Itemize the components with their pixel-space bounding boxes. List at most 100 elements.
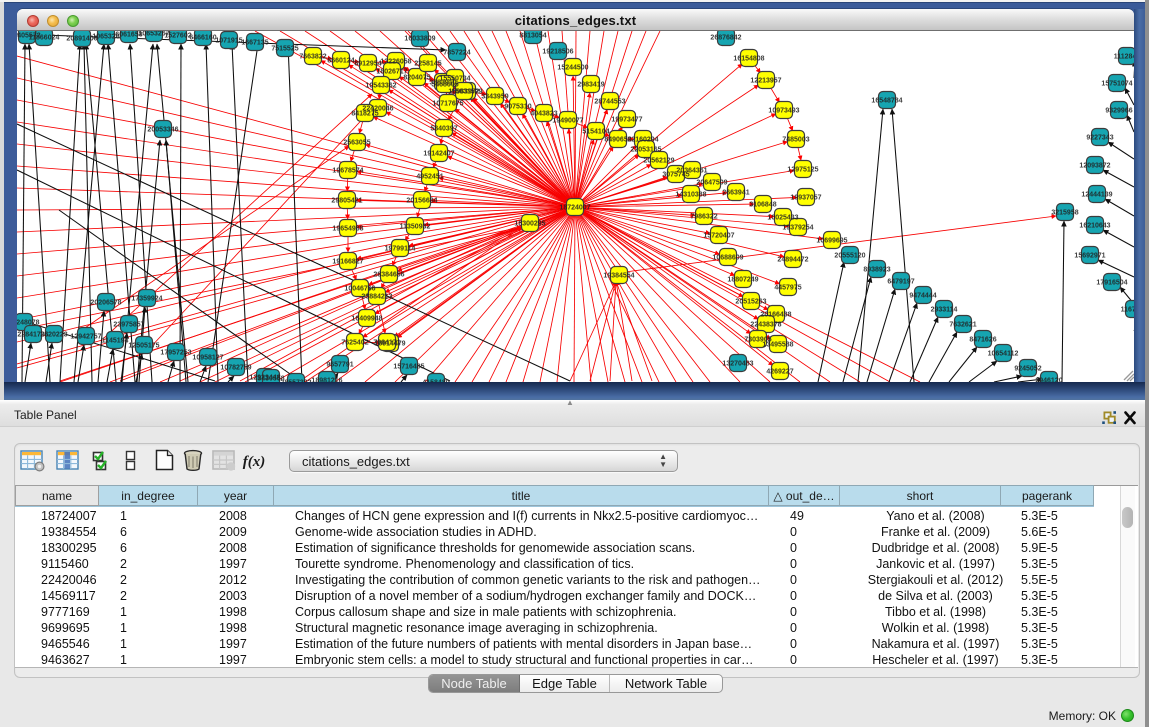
svg-text:23884213: 23884213 (361, 294, 392, 301)
svg-text:9474444: 9474444 (909, 293, 936, 300)
svg-text:12213957: 12213957 (750, 78, 781, 85)
svg-text:20156684: 20156684 (406, 198, 437, 205)
svg-text:20166438: 20166438 (760, 312, 791, 319)
svg-text:13226058: 13226058 (380, 59, 411, 66)
svg-text:10717675: 10717675 (432, 101, 463, 108)
svg-text:1112849: 1112849 (1114, 54, 1134, 61)
svg-text:4269227: 4269227 (766, 369, 793, 376)
svg-text:28744553: 28744553 (594, 99, 625, 106)
svg-text:3343959: 3343959 (481, 94, 508, 101)
svg-text:4043823: 4043823 (530, 111, 557, 118)
svg-text:23975857: 23975857 (113, 322, 144, 329)
svg-text:7632621: 7632621 (949, 322, 976, 329)
svg-text:8938923: 8938923 (863, 267, 890, 274)
svg-text:10025433: 10025433 (767, 215, 798, 222)
svg-text:12505175: 12505175 (128, 343, 159, 350)
svg-text:10543362: 10543362 (365, 83, 396, 90)
svg-text:16548784: 16548784 (871, 98, 902, 105)
svg-text:17957253: 17957253 (160, 350, 191, 357)
svg-text:5468605: 5468605 (431, 82, 458, 89)
svg-text:9227343: 9227343 (1086, 135, 1113, 142)
svg-text:15751074: 15751074 (1101, 81, 1132, 88)
svg-text:10654112: 10654112 (988, 351, 1019, 358)
svg-text:16210643: 16210643 (1079, 223, 1110, 230)
svg-text:10958127: 10958127 (192, 355, 223, 362)
svg-text:2933114: 2933114 (931, 307, 958, 314)
svg-text:19654988: 19654988 (332, 226, 363, 233)
svg-text:5154104: 5154104 (582, 129, 609, 136)
svg-text:1071915: 1071915 (215, 38, 242, 45)
svg-text:19937057: 19937057 (790, 195, 821, 202)
svg-text:2663941: 2663941 (722, 190, 749, 197)
svg-text:17359924: 17359924 (131, 296, 162, 303)
svg-text:7064171: 7064171 (373, 340, 400, 347)
svg-text:1527602: 1527602 (164, 33, 191, 40)
svg-text:1167533: 1167533 (1121, 307, 1134, 314)
svg-text:19218506: 19218506 (542, 49, 573, 56)
svg-text:1667135: 1667135 (241, 40, 268, 47)
svg-text:12444139: 12444139 (1081, 192, 1112, 199)
svg-text:8660124: 8660124 (327, 58, 354, 65)
svg-text:28384656: 28384656 (373, 272, 404, 279)
svg-text:7663822: 7663822 (299, 54, 326, 61)
svg-text:12975125: 12975125 (787, 167, 818, 174)
svg-text:11866024: 11866024 (29, 35, 60, 42)
svg-text:15692971: 15692971 (1074, 253, 1105, 260)
svg-text:8204075: 8204075 (403, 75, 430, 82)
svg-text:2563055: 2563055 (343, 140, 370, 147)
svg-text:15716485: 15716485 (393, 364, 424, 371)
svg-text:19799114: 19799114 (385, 246, 416, 253)
svg-text:3106848: 3106848 (749, 202, 776, 209)
svg-text:6479197: 6479197 (887, 279, 914, 286)
svg-text:10046766: 10046766 (344, 286, 375, 293)
svg-text:8912954: 8912954 (354, 61, 381, 68)
svg-text:16154808: 16154808 (733, 56, 764, 63)
svg-text:2258145: 2258145 (414, 61, 441, 68)
svg-text:13270483: 13270483 (722, 361, 753, 368)
svg-text:26876842: 26876842 (710, 35, 741, 42)
svg-text:10699695: 10699695 (816, 238, 847, 245)
svg-text:12942757: 12942757 (70, 334, 101, 341)
svg-text:18724007: 18724007 (559, 205, 590, 212)
svg-text:19379254: 19379254 (782, 225, 813, 232)
svg-text:22438378: 22438378 (750, 322, 781, 329)
svg-text:10688609: 10688609 (712, 255, 743, 262)
svg-text:12093872: 12093872 (1079, 163, 1110, 170)
svg-text:7485003: 7485003 (782, 137, 809, 144)
svg-text:8418275: 8418275 (351, 111, 378, 118)
svg-text:20562129: 20562129 (643, 158, 674, 165)
svg-text:19973477: 19973477 (611, 117, 642, 124)
svg-text:f(x): f(x) (243, 454, 266, 470)
svg-text:10973493: 10973493 (768, 108, 799, 115)
svg-text:6466160: 6466160 (189, 35, 216, 42)
svg-text:15244500: 15244500 (557, 65, 588, 72)
svg-text:3215958: 3215958 (1051, 210, 1078, 217)
svg-text:20364361: 20364361 (676, 168, 707, 175)
svg-text:19166827: 19166827 (332, 259, 363, 266)
svg-text:9245052: 9245052 (1014, 366, 1041, 373)
svg-text:2620223: 2620223 (40, 332, 67, 339)
svg-text:22053165: 22053165 (630, 147, 661, 154)
svg-text:7857224: 7857224 (443, 50, 470, 57)
svg-text:9075310: 9075310 (504, 104, 531, 111)
svg-text:11350932: 11350932 (400, 224, 431, 231)
svg-text:7986322: 7986322 (690, 214, 717, 221)
svg-text:5840397: 5840397 (430, 126, 457, 133)
svg-text:19142407: 19142407 (423, 151, 454, 158)
svg-text:17916504: 17916504 (1096, 280, 1127, 287)
svg-text:4457975: 4457975 (774, 285, 801, 292)
svg-text:1145194: 1145194 (102, 338, 129, 345)
svg-text:19678574: 19678574 (332, 168, 363, 175)
svg-text:15063972: 15063972 (448, 89, 479, 96)
svg-text:15720407: 15720407 (703, 233, 734, 240)
svg-text:19384554: 19384554 (603, 273, 634, 280)
svg-text:24894472: 24894472 (777, 257, 808, 264)
svg-text:20206578: 20206578 (90, 300, 121, 307)
svg-text:13495588: 13495588 (762, 342, 793, 349)
svg-text:14310388: 14310388 (675, 192, 706, 199)
svg-text:2983419: 2983419 (577, 82, 604, 89)
svg-text:20053346: 20053346 (147, 127, 178, 134)
svg-text:9329966: 9329966 (1105, 108, 1132, 115)
svg-text:7515525: 7515525 (271, 46, 298, 53)
svg-text:18807249: 18807249 (727, 277, 758, 284)
